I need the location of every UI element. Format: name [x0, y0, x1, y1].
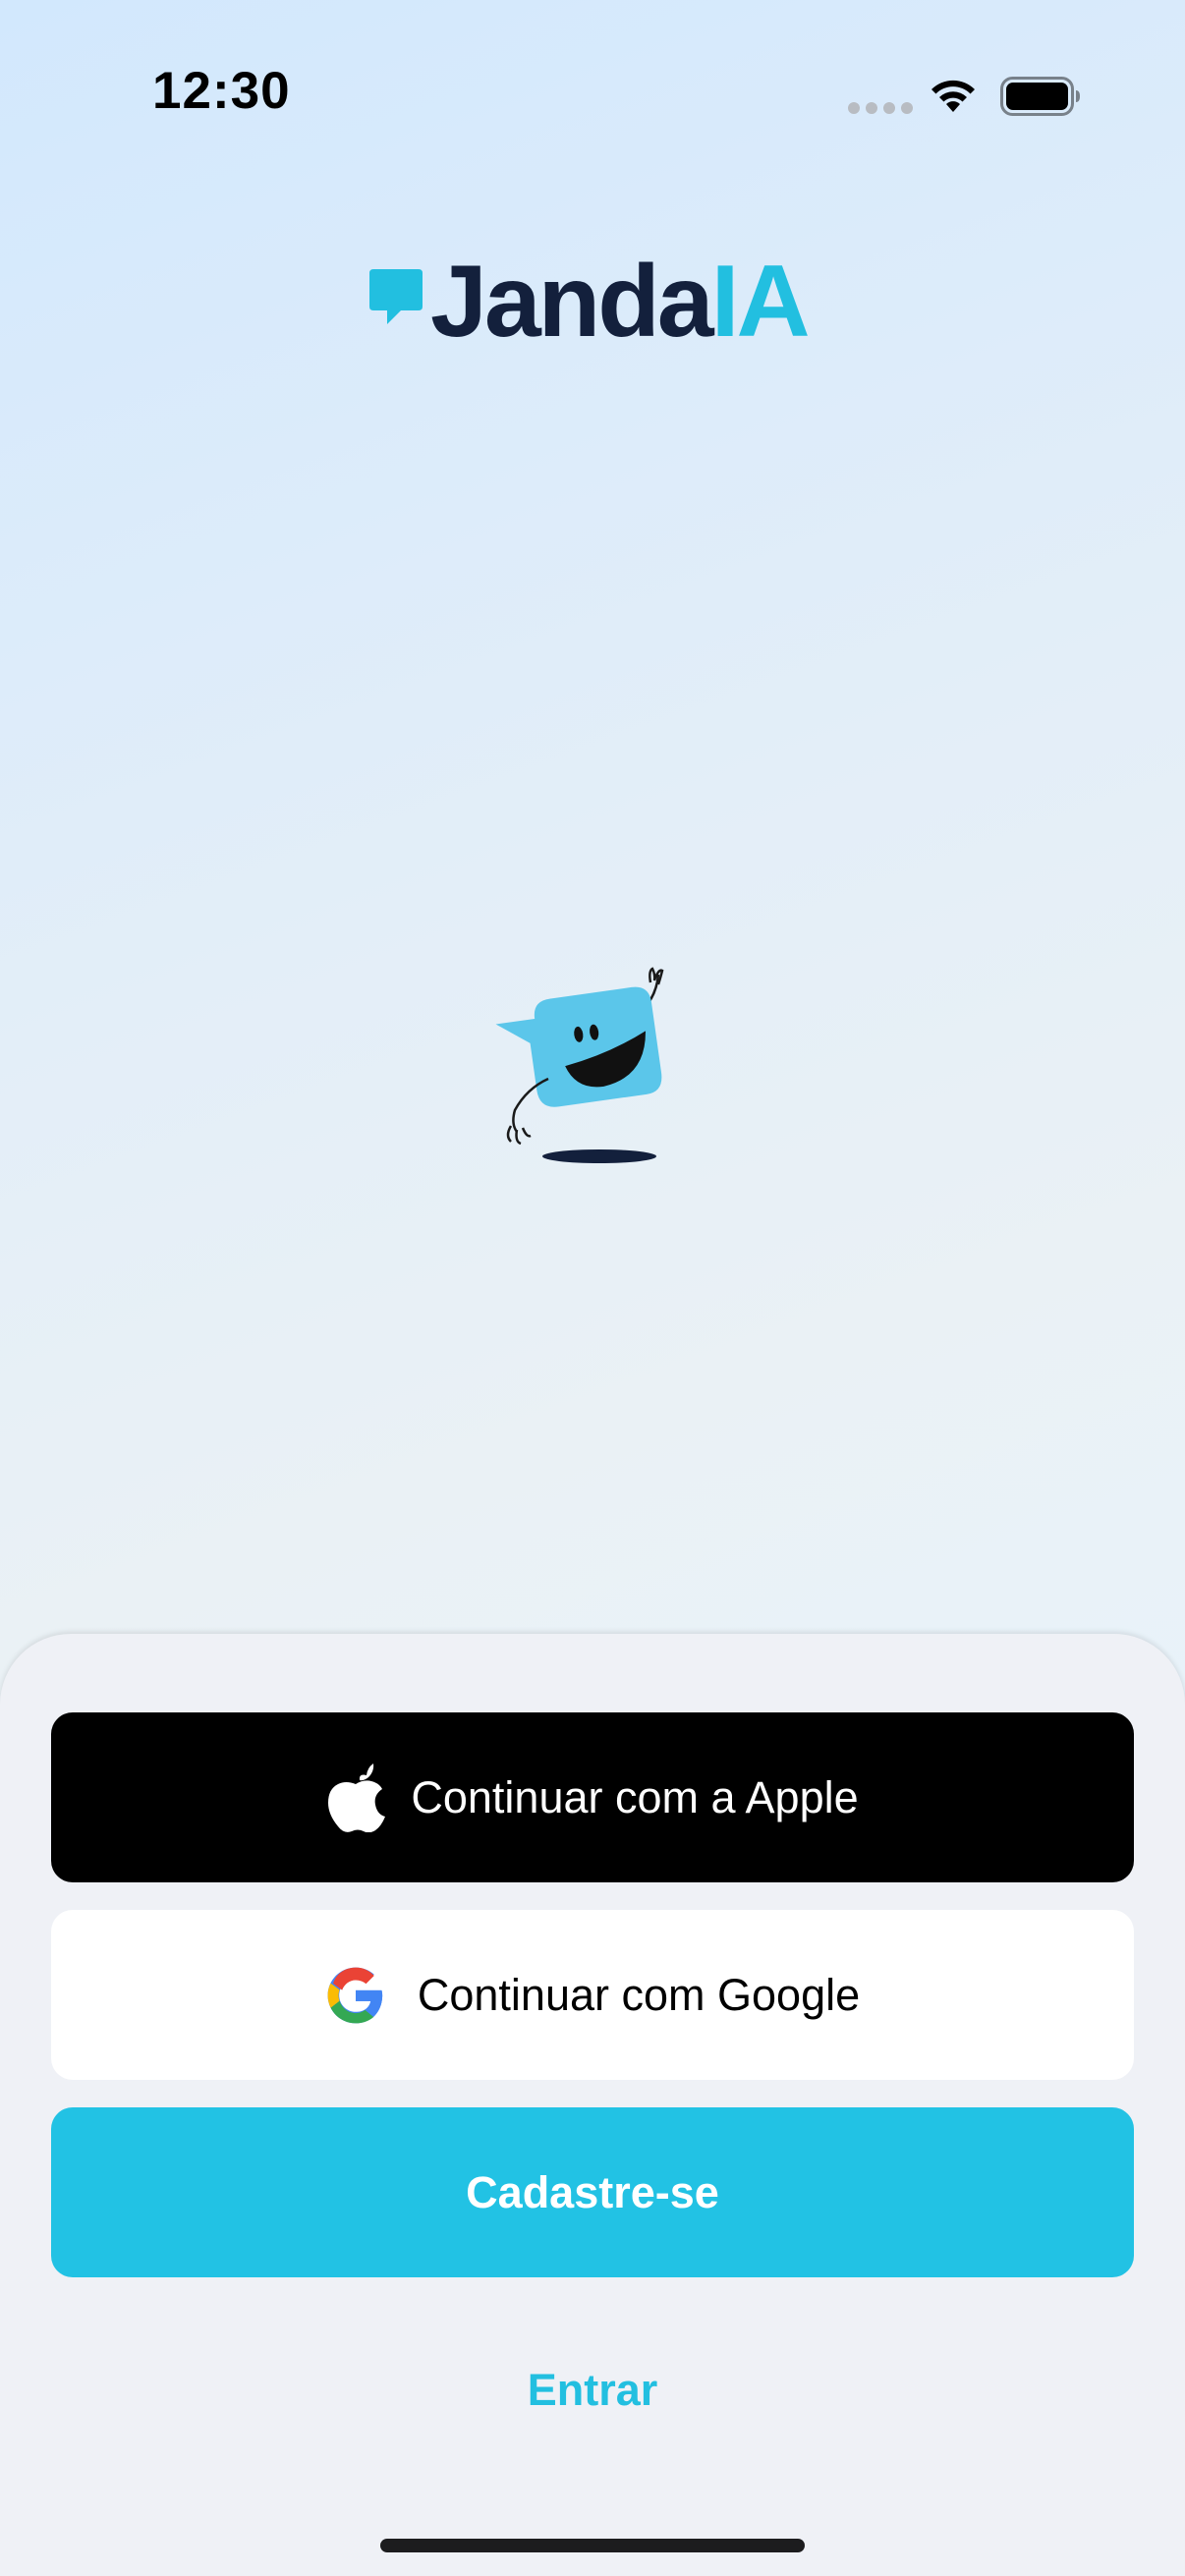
- logo-wordmark: JandaIA: [430, 251, 811, 353]
- speech-bubble-icon: [369, 269, 423, 324]
- cellular-signal-icon: [848, 102, 913, 114]
- signup-label: Cadastre-se: [466, 2166, 719, 2217]
- continue-with-google-button[interactable]: Continuar com Google: [51, 1910, 1134, 2080]
- auth-sheet: Continuar com a Apple Continuar com Goog…: [0, 1634, 1185, 2576]
- home-indicator[interactable]: [380, 2539, 805, 2552]
- continue-with-apple-label: Continuar com a Apple: [411, 1771, 859, 1822]
- login-link[interactable]: Entrar: [0, 2365, 1185, 2416]
- waving-speech-bubble-mascot: [495, 967, 664, 1163]
- app-logo: JandaIA: [367, 251, 811, 353]
- status-bar: 12:30: [0, 0, 1185, 196]
- continue-with-apple-button[interactable]: Continuar com a Apple: [51, 1712, 1134, 1882]
- apple-logo-icon: [328, 1763, 386, 1832]
- logo-wordmark-dark: Janda: [430, 245, 714, 359]
- wifi-icon: [931, 80, 975, 112]
- continue-with-google-label: Continuar com Google: [417, 1969, 861, 2020]
- status-time: 12:30: [152, 62, 291, 120]
- google-logo-icon: [327, 1967, 382, 2023]
- logo-wordmark-accent: IA: [710, 245, 811, 359]
- welcome-screen: 12:30 JandaIA Continuar com a Apple Cont…: [0, 0, 1185, 2576]
- signup-button[interactable]: Cadastre-se: [51, 2107, 1134, 2277]
- battery-icon: [1000, 77, 1080, 116]
